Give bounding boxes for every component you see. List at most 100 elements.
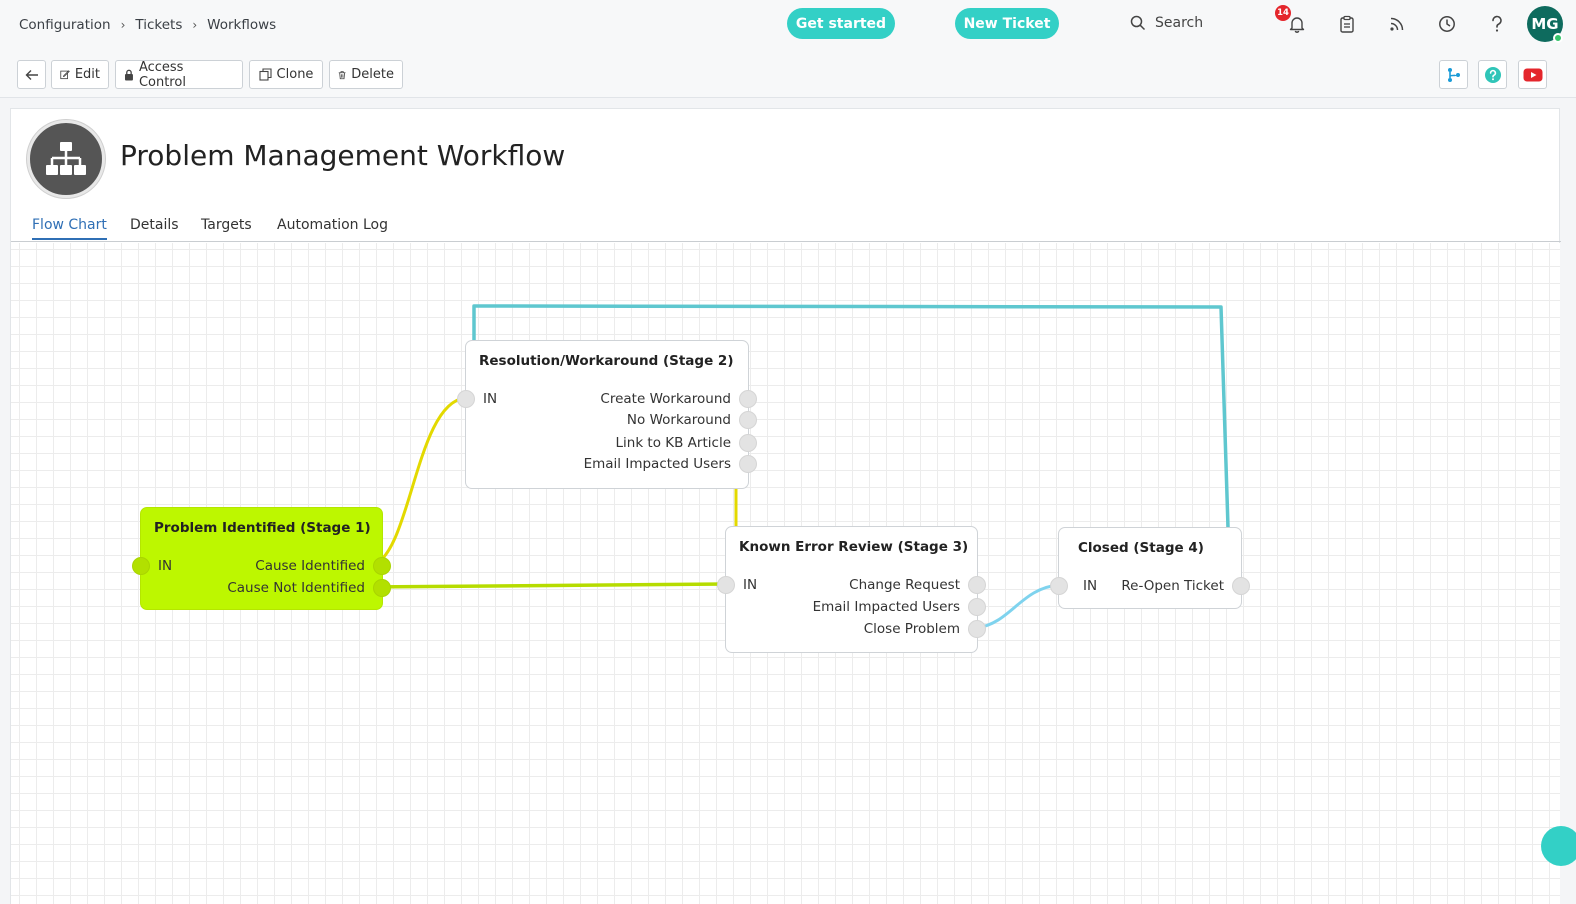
breadcrumb-tickets[interactable]: Tickets <box>135 17 182 33</box>
breadcrumb-separator-icon: › <box>120 18 126 32</box>
output-label: Close Problem <box>863 621 960 637</box>
clone-button[interactable]: Clone <box>249 60 323 89</box>
rss-feed-icon[interactable] <box>1387 14 1407 34</box>
git-branch-icon <box>1447 67 1460 82</box>
stage-4-node[interactable]: Closed (Stage 4) IN Re-Open Ticket <box>1050 527 1250 609</box>
tab-bar: Flow Chart Details Targets Automation Lo… <box>11 215 1561 242</box>
workflow-hierarchy-icon <box>27 120 105 198</box>
question-circle-icon <box>1484 66 1501 83</box>
new-ticket-button[interactable]: New Ticket <box>955 8 1059 39</box>
output-port[interactable] <box>968 620 986 638</box>
stage-1-port-row: IN Cause Identified <box>132 556 391 576</box>
stage-2-port-row: Link to KB Article <box>466 433 757 453</box>
output-port[interactable] <box>373 557 391 575</box>
stage-1-in-label: IN <box>158 558 173 574</box>
search-label: Search <box>1155 15 1204 31</box>
help-button[interactable] <box>1478 60 1507 89</box>
breadcrumb-separator-icon: › <box>192 18 198 32</box>
stage-2-title: Resolution/Workaround (Stage 2) <box>479 353 734 369</box>
output-port[interactable] <box>739 390 757 408</box>
delete-button[interactable]: Delete <box>329 60 403 89</box>
access-control-label: Access Control <box>138 59 186 90</box>
output-port[interactable] <box>739 434 757 452</box>
search-button[interactable]: Search <box>1130 15 1203 31</box>
stage-3-port-row: IN Change Request <box>717 575 986 595</box>
flowchart-canvas[interactable]: Problem Identified (Stage 1) IN Cause Id… <box>11 243 1560 904</box>
stage-3-node[interactable]: Known Error Review (Stage 3) IN Change R… <box>717 526 986 653</box>
output-label: Cause Identified <box>255 558 365 574</box>
output-label: Create Workaround <box>600 391 731 407</box>
connector-cause-identified <box>372 396 466 567</box>
output-port[interactable] <box>739 411 757 429</box>
edit-button[interactable]: Edit <box>51 60 109 89</box>
arrow-left-icon <box>25 69 38 80</box>
tab-targets[interactable]: Targets <box>201 217 252 233</box>
stage-1-title: Problem Identified (Stage 1) <box>154 520 371 536</box>
trash-icon <box>338 70 346 79</box>
action-toolbar: Edit Access Control Clone Delete <box>0 50 1576 98</box>
top-bar: Configuration › Tickets › Workflows Get … <box>0 0 1576 50</box>
stage-1-port-row: Cause Not Identified <box>141 578 391 598</box>
tab-automation-log[interactable]: Automation Log <box>277 217 388 233</box>
stage-3-port-row: Close Problem <box>726 619 986 639</box>
output-port[interactable] <box>968 576 986 594</box>
breadcrumb: Configuration › Tickets › Workflows <box>19 17 276 33</box>
stage-2-port-row: IN Create Workaround <box>457 389 757 409</box>
delete-label: Delete <box>351 67 394 82</box>
bell-icon[interactable] <box>1287 14 1307 34</box>
access-control-button[interactable]: Access Control <box>115 59 243 90</box>
online-status-indicator <box>1553 33 1563 43</box>
output-label: No Workaround <box>626 412 731 428</box>
branch-view-button[interactable] <box>1439 60 1468 89</box>
copy-icon <box>258 68 272 81</box>
active-tab-indicator <box>32 238 107 240</box>
output-port[interactable] <box>968 598 986 616</box>
stage-3-title: Known Error Review (Stage 3) <box>739 539 969 555</box>
back-button[interactable] <box>17 60 46 89</box>
output-port[interactable] <box>739 455 757 473</box>
stage-2-port-row: Email Impacted Users <box>466 454 757 474</box>
output-label: Re-Open Ticket <box>1121 578 1224 594</box>
stage-2-node[interactable]: Resolution/Workaround (Stage 2) IN Creat… <box>457 340 757 489</box>
breadcrumb-workflows: Workflows <box>207 17 277 33</box>
lock-icon <box>124 69 133 80</box>
output-label: Email Impacted Users <box>812 599 960 615</box>
tab-details[interactable]: Details <box>130 217 179 233</box>
stage-2-in-label: IN <box>483 391 498 407</box>
breadcrumb-configuration[interactable]: Configuration <box>19 17 111 33</box>
help-icon[interactable] <box>1487 14 1507 34</box>
stage-1-in-port[interactable] <box>132 557 150 575</box>
search-icon <box>1130 15 1146 31</box>
chat-widget-button[interactable] <box>1541 826 1576 866</box>
stage-4-in-label: IN <box>1083 578 1098 594</box>
output-label: Change Request <box>849 577 960 593</box>
youtube-icon <box>1523 68 1542 81</box>
clock-icon[interactable] <box>1437 14 1457 34</box>
output-port[interactable] <box>1232 577 1250 595</box>
edit-label: Edit <box>74 67 100 82</box>
stage-2-in-port[interactable] <box>457 390 475 408</box>
edit-icon <box>60 70 70 80</box>
stage-3-port-row: Email Impacted Users <box>726 597 986 617</box>
stage-4-in-port[interactable] <box>1050 577 1068 595</box>
stage-2-port-row: No Workaround <box>466 410 757 430</box>
output-port[interactable] <box>373 579 391 597</box>
page-title: Problem Management Workflow <box>120 139 566 172</box>
clipboard-icon[interactable] <box>1337 14 1357 34</box>
output-label: Link to KB Article <box>615 435 732 451</box>
connector-close-problem <box>976 583 1060 630</box>
youtube-button[interactable] <box>1518 60 1547 89</box>
tab-flow-chart[interactable]: Flow Chart <box>32 217 107 233</box>
workflow-card: Problem Management Workflow Flow Chart D… <box>10 108 1561 904</box>
output-label: Email Impacted Users <box>583 456 731 472</box>
stage-4-title: Closed (Stage 4) <box>1078 540 1204 556</box>
clone-label: Clone <box>276 67 314 82</box>
stage-3-in-label: IN <box>743 577 758 593</box>
stage-4-port-row: IN Re-Open Ticket <box>1050 576 1250 596</box>
connector-cause-not-identified <box>372 582 727 589</box>
stage-3-in-port[interactable] <box>717 576 735 594</box>
output-label: Cause Not Identified <box>227 580 365 596</box>
notification-badge: 14 <box>1275 5 1291 21</box>
get-started-button[interactable]: Get started <box>787 8 895 39</box>
stage-1-node[interactable]: Problem Identified (Stage 1) IN Cause Id… <box>132 507 391 610</box>
